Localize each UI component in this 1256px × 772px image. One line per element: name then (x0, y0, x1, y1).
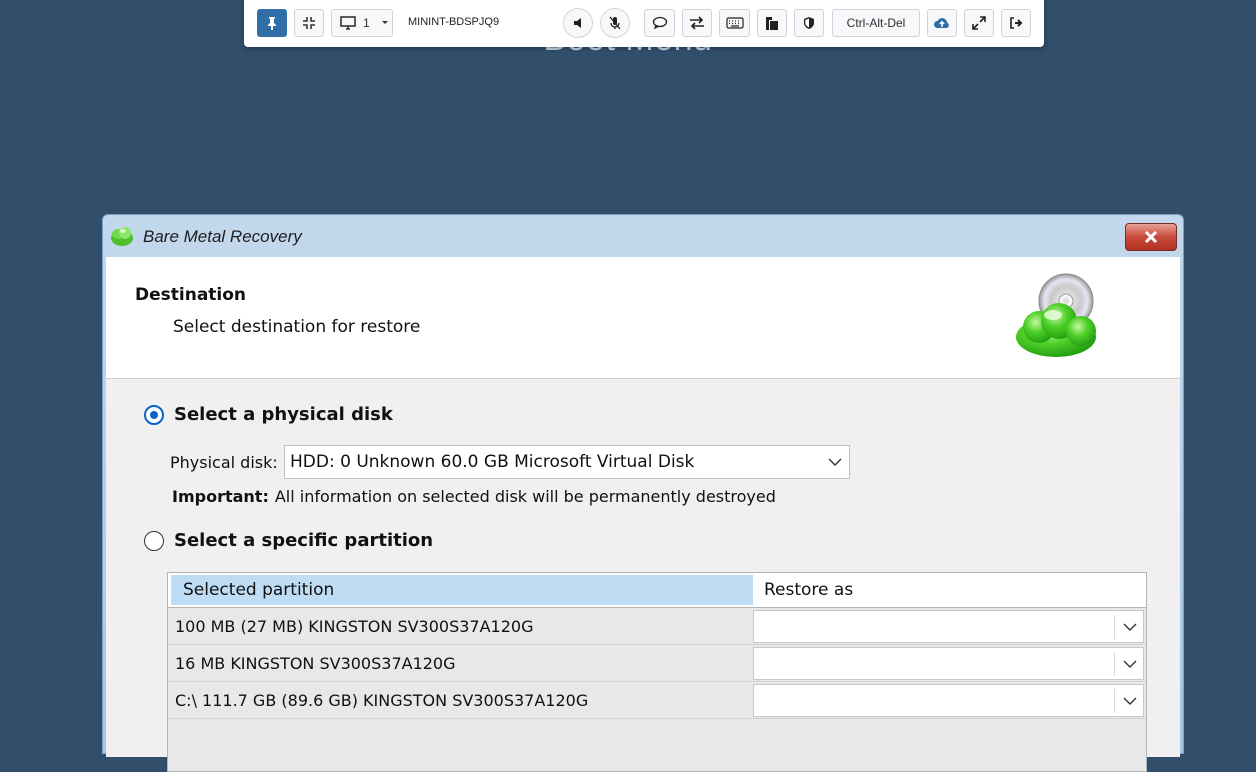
specific-partition-option[interactable]: Select a specific partition (144, 530, 433, 551)
fullscreen-button[interactable] (964, 9, 994, 37)
transfer-icon (690, 16, 704, 30)
physical-disk-select[interactable]: HDD: 0 Unknown 60.0 GB Microsoft Virtual… (284, 445, 850, 479)
specific-partition-option-label: Select a specific partition (174, 530, 434, 551)
transfer-button[interactable] (682, 9, 712, 37)
chevron-down-icon (828, 458, 842, 466)
logout-icon (1010, 17, 1023, 29)
upload-cloud-icon (934, 18, 949, 29)
important-text: All information on selected disk will be… (274, 487, 776, 506)
physical-disk-field-label: Physical disk: (170, 453, 278, 472)
physical-disk-selected-value: HDD: 0 Unknown 60.0 GB Microsoft Virtual… (290, 452, 695, 472)
close-button[interactable] (1125, 223, 1177, 251)
table-row[interactable]: C:\ 111.7 GB (89.6 GB) KINGSTON SV300S37… (168, 682, 1146, 719)
chevron-down-icon (1123, 623, 1137, 631)
clipboard-button[interactable] (757, 9, 787, 37)
monitor-number: 1 (363, 16, 370, 30)
restore-as-select[interactable] (753, 647, 1144, 680)
page-subtitle: Select destination for restore (173, 317, 421, 337)
specific-partition-radio[interactable] (144, 530, 164, 551)
table-row[interactable]: 100 MB (27 MB) KINGSTON SV300S37A120G (168, 608, 1146, 645)
remote-toolbar: 1 MININT-BDSPJQ9 Ctrl-Alt-Del (244, 0, 1044, 47)
dialog-title: Bare Metal Recovery (143, 227, 302, 246)
column-header-selected-partition[interactable]: Selected partition (171, 575, 753, 605)
mic-off-icon (609, 16, 621, 30)
expand-icon (972, 16, 986, 30)
dialog-content: Destination Select destination for resto… (106, 257, 1180, 772)
compress-icon (303, 17, 315, 29)
wizard-header: Destination Select destination for resto… (106, 257, 1180, 379)
pin-icon (268, 17, 276, 30)
important-warning: Important: All information on selected di… (172, 487, 776, 506)
security-button[interactable] (794, 9, 824, 37)
physical-disk-option[interactable]: Select a physical disk (144, 404, 393, 425)
partition-grid: Selected partition Restore as 100 MB (27… (167, 572, 1147, 772)
disc-cloud-logo-icon (1016, 273, 1096, 357)
keyboard-icon (725, 17, 744, 29)
chevron-down-icon (1123, 697, 1137, 705)
partition-cell: 100 MB (27 MB) KINGSTON SV300S37A120G (175, 616, 534, 636)
table-row[interactable]: 16 MB KINGSTON SV300S37A120G (168, 645, 1146, 682)
microphone-button[interactable] (600, 8, 630, 38)
upload-button[interactable] (927, 9, 957, 37)
column-header-restore-as[interactable]: Restore as (754, 575, 1144, 605)
disconnect-button[interactable] (1001, 9, 1031, 37)
clipboard-icon (766, 17, 778, 30)
page-title: Destination (135, 285, 247, 305)
hostname-label: MININT-BDSPJQ9 (408, 16, 500, 28)
speaker-icon (574, 18, 581, 28)
monitor-select[interactable]: 1 (331, 9, 393, 37)
shield-icon (804, 17, 814, 29)
bare-metal-recovery-dialog: Bare Metal Recovery Destination Select d… (102, 214, 1184, 772)
close-icon (1144, 230, 1158, 244)
partition-cell: C:\ 111.7 GB (89.6 GB) KINGSTON SV300S37… (175, 690, 589, 710)
caret-down-icon (381, 21, 388, 24)
restore-as-select[interactable] (753, 610, 1144, 643)
restore-as-select[interactable] (753, 684, 1144, 717)
dialog-titlebar[interactable]: Bare Metal Recovery (103, 215, 1183, 257)
monitor-icon (340, 16, 356, 30)
app-cloud-icon (111, 227, 133, 246)
dropdown-separator (1114, 652, 1115, 676)
audio-button[interactable] (563, 8, 593, 38)
chat-icon (652, 16, 667, 30)
important-label: Important: (172, 487, 269, 506)
chat-button[interactable] (644, 9, 675, 37)
pin-button[interactable] (257, 9, 287, 37)
chevron-down-icon (1123, 660, 1137, 668)
ctrl-alt-del-button[interactable]: Ctrl-Alt-Del (832, 9, 920, 37)
physical-disk-radio[interactable] (144, 404, 164, 425)
compress-button[interactable] (294, 9, 324, 37)
dropdown-separator (1114, 689, 1115, 713)
partition-cell: 16 MB KINGSTON SV300S37A120G (175, 653, 456, 673)
dropdown-separator (1114, 615, 1115, 639)
keyboard-button[interactable] (719, 9, 750, 37)
physical-disk-option-label: Select a physical disk (174, 404, 393, 425)
grid-header: Selected partition Restore as (168, 573, 1146, 608)
